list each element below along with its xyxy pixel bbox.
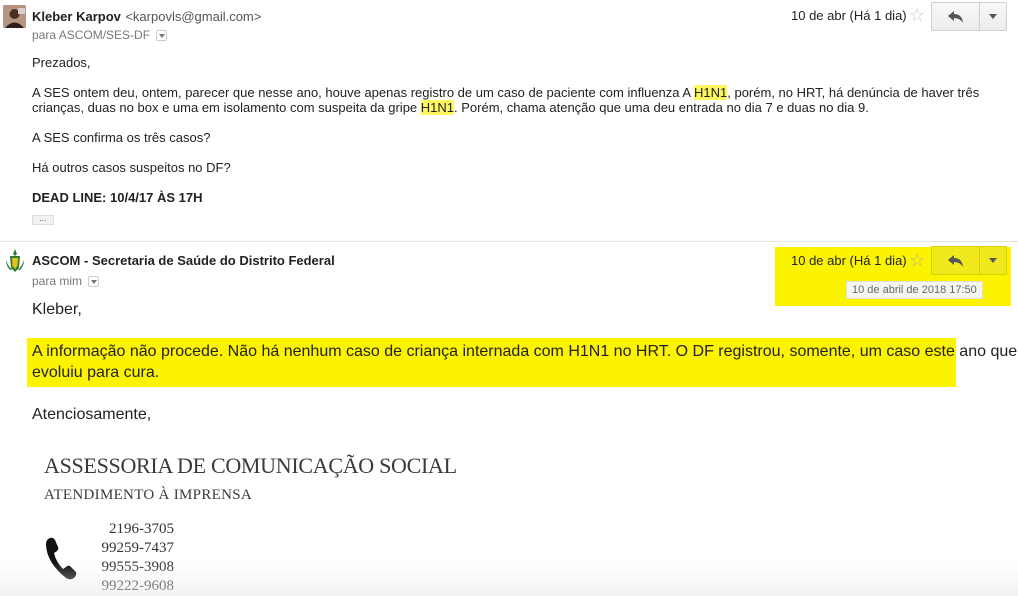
sender-email: <karpovls@gmail.com> (125, 9, 262, 24)
phone-number: 99259-7437 (101, 540, 175, 556)
sender-avatar[interactable] (3, 5, 26, 28)
reply-button[interactable] (932, 247, 980, 274)
show-trimmed-content-button[interactable]: ... (32, 214, 54, 225)
signature-title: ASSESSORIA DE COMUNICAÇÃO SOCIAL (44, 453, 457, 478)
message-paragraph: A SES ontem deu, ontem, parecer que ness… (32, 85, 992, 115)
message-date[interactable]: 10 de abr (Há 1 dia) (791, 8, 907, 23)
recipient-line: para mim (32, 274, 100, 288)
signature-subtitle: ATENDIMENTO À IMPRENSA (44, 487, 252, 503)
para-text-3: crianças, duas no box e uma em isolament… (32, 100, 421, 115)
more-options-button[interactable] (980, 247, 1006, 274)
recipient-text: para mim (32, 274, 83, 288)
question-2: Há outros casos suspeitos no DF? (32, 160, 231, 175)
star-icon[interactable]: ☆ (909, 251, 925, 269)
sender-line: Kleber Karpov <karpovls@gmail.com> (32, 8, 261, 26)
sender-name[interactable]: ASCOM - Secretaria de Saúde do Distrito … (32, 253, 335, 268)
recipient-details-toggle[interactable] (88, 276, 100, 288)
bottom-fade (0, 562, 1018, 596)
para-text-1: A SES ontem deu, ontem, parecer que ness… (32, 85, 694, 100)
chevron-down-icon (989, 14, 997, 19)
reply-arrow-icon (947, 10, 963, 23)
sender-name[interactable]: Kleber Karpov (32, 9, 121, 24)
date-tooltip: 10 de abril de 2018 17:50 (846, 281, 983, 299)
para-text-2: , porém, no HRT, há denúncia de haver tr… (727, 85, 980, 100)
question-1: A SES confirma os três casos? (32, 130, 211, 145)
reply-arrow-icon (947, 254, 963, 267)
reply-button-group (931, 2, 1007, 31)
recipient-details-toggle[interactable] (156, 30, 168, 42)
greeting: Kleber, (32, 301, 82, 318)
message-1: Kleber Karpov <karpovls@gmail.com> para … (0, 0, 1018, 240)
crest-icon (6, 249, 24, 272)
answer-line-2: evoluiu para cura. (32, 364, 160, 381)
message-date[interactable]: 10 de abr (Há 1 dia) (791, 253, 907, 268)
recipient-text: para ASCOM/SES-DF (32, 28, 151, 42)
highlighted-answer: A informação não procede. Não há nenhum … (27, 338, 1017, 387)
reply-button-group (931, 246, 1007, 275)
para-text-4: . Porém, chama atenção que uma deu entra… (454, 100, 869, 115)
sender-avatar[interactable] (4, 248, 26, 274)
answer-line-1: A informação não procede. Não há nenhum … (32, 343, 1018, 360)
more-options-button[interactable] (980, 3, 1006, 30)
star-icon[interactable]: ☆ (909, 6, 925, 24)
deadline: DEAD LINE: 10/4/17 ÀS 17H (32, 190, 203, 205)
closing: Atenciosamente, (32, 406, 152, 423)
recipient-line: para ASCOM/SES-DF (32, 28, 168, 42)
phone-number: 2196-3705 (109, 521, 174, 537)
highlight-h1n1: H1N1 (420, 100, 455, 115)
greeting: Prezados, (32, 55, 91, 70)
reply-button[interactable] (932, 3, 980, 30)
chevron-down-icon (989, 258, 997, 263)
message-2: ASCOM - Secretaria de Saúde do Distrito … (0, 242, 1018, 596)
highlight-h1n1: H1N1 (693, 85, 728, 100)
